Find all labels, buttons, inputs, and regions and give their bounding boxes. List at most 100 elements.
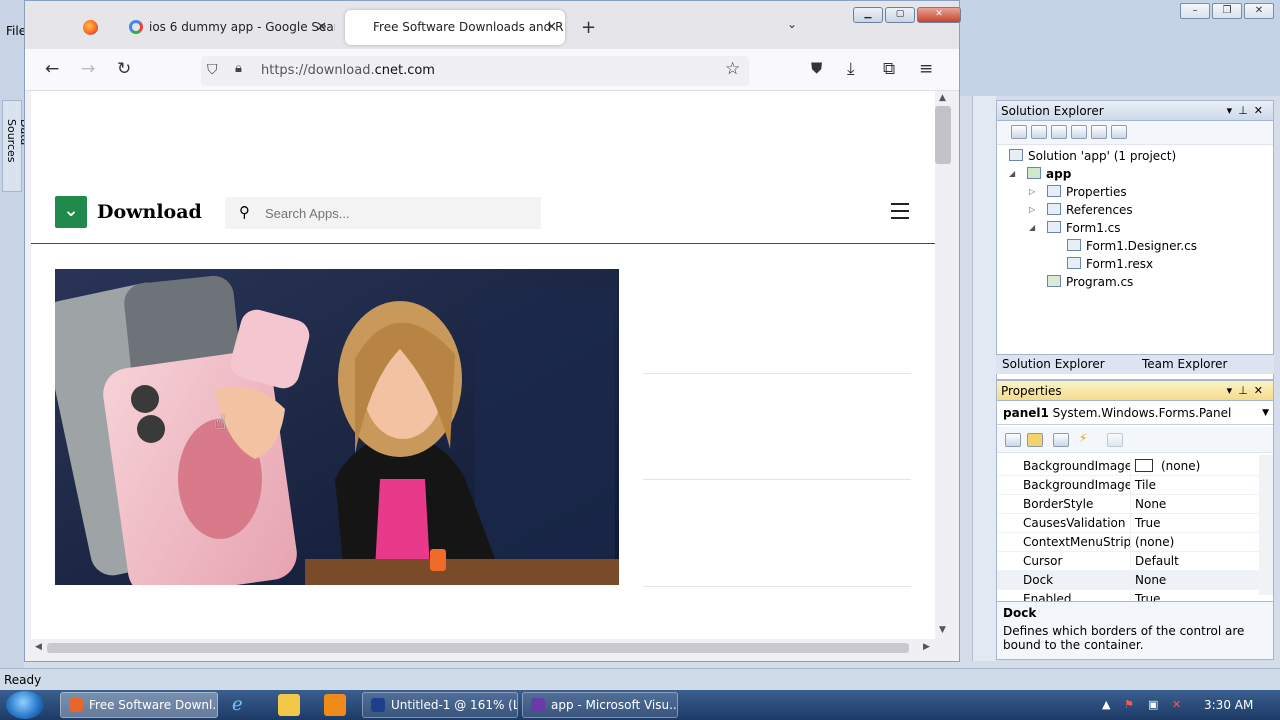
tree-project-app[interactable]: ◢ app	[1009, 167, 1071, 181]
vs-minimize-button[interactable]: –	[1180, 3, 1210, 19]
lock-icon[interactable]: 🔒︎	[235, 61, 242, 76]
expand-icon[interactable]: ▷	[1029, 187, 1035, 196]
forward-arrow-icon[interactable]: →	[81, 59, 95, 79]
tab-solution-explorer[interactable]: Solution Explorer	[1002, 357, 1105, 371]
pocket-icon[interactable]: ⛊	[811, 59, 822, 77]
close-tab-icon[interactable]: ✕	[546, 10, 557, 45]
expand-icon[interactable]: ▷	[1029, 205, 1035, 214]
vertical-scroll-thumb[interactable]	[935, 106, 951, 164]
events-lightning-icon[interactable]: ⚡	[1079, 431, 1087, 445]
view-code-icon[interactable]	[1071, 125, 1087, 139]
tab-team-explorer[interactable]: Team Explorer	[1142, 357, 1228, 371]
search-input[interactable]	[265, 197, 525, 229]
new-tab-button[interactable]: +	[581, 17, 596, 38]
property-key: ContextMenuStrip	[1023, 535, 1131, 549]
property-row[interactable]: Dock None	[997, 571, 1259, 590]
property-row[interactable]: Cursor Default	[997, 552, 1259, 571]
scroll-left-icon[interactable]: ◀	[35, 642, 42, 652]
property-row[interactable]: BackgroundImageLa Tile	[997, 476, 1259, 495]
property-pages-icon[interactable]	[1107, 433, 1123, 447]
tab-cnet-active[interactable]: Free Software Downloads and R ✕	[345, 10, 565, 45]
url-bar[interactable]: ⛉ 🔒︎ https://download.cnet.com ☆	[201, 56, 749, 86]
horizontal-scroll-thumb[interactable]	[47, 643, 909, 653]
tree-form1-resx[interactable]: Form1.resx	[1067, 257, 1153, 271]
property-value[interactable]: None	[1135, 497, 1166, 511]
property-row[interactable]: BorderStyle None	[997, 495, 1259, 514]
tree-properties[interactable]: ▷ Properties	[1029, 185, 1127, 199]
media-player-icon[interactable]	[324, 694, 346, 716]
downloads-icon[interactable]: ⤓	[847, 59, 855, 79]
menu-icon[interactable]: ≡	[919, 59, 933, 79]
properties-view-icon[interactable]	[1053, 433, 1069, 447]
object-type: System.Windows.Forms.Panel	[1052, 406, 1232, 420]
properties-scrollbar[interactable]	[1259, 455, 1273, 595]
search-box[interactable]: ⚲	[225, 197, 541, 229]
scroll-down-icon[interactable]: ▼	[939, 625, 946, 635]
property-value[interactable]: (none)	[1161, 459, 1200, 473]
vertical-scrollbar[interactable]: ▲ ▼	[935, 91, 953, 639]
property-value[interactable]: Tile	[1135, 478, 1156, 492]
extensions-icon[interactable]: ⧉	[883, 59, 895, 79]
categorized-icon[interactable]	[1005, 433, 1021, 447]
url-text[interactable]: https://download.cnet.com	[261, 63, 435, 78]
cs-file-icon	[1067, 239, 1081, 251]
scroll-right-icon[interactable]: ▶	[923, 642, 930, 652]
hero-image[interactable]	[55, 269, 619, 585]
refresh-icon[interactable]	[1051, 125, 1067, 139]
taskbar-item-visual-studio[interactable]: app - Microsoft Visu...	[522, 692, 678, 718]
maximize-button[interactable]: ▢	[885, 7, 915, 23]
close-tab-icon[interactable]: ✕	[316, 10, 327, 45]
property-row[interactable]: BackgroundImage (none)	[997, 457, 1259, 476]
volume-muted-icon[interactable]: ✕	[1172, 698, 1186, 712]
tree-program[interactable]: Program.cs	[1047, 275, 1133, 289]
tree-form1[interactable]: ◢ Form1.cs	[1029, 221, 1121, 235]
property-value[interactable]: Default	[1135, 554, 1179, 568]
property-separator	[1130, 571, 1131, 590]
show-all-files-icon[interactable]	[1031, 125, 1047, 139]
property-value[interactable]: True	[1135, 516, 1161, 530]
tree-references[interactable]: ▷ References	[1029, 203, 1133, 217]
shield-icon[interactable]: ⛉	[207, 62, 218, 78]
hamburger-menu-icon[interactable]	[891, 203, 909, 219]
tree-form1-designer[interactable]: Form1.Designer.cs	[1067, 239, 1197, 253]
reload-icon[interactable]: ↻	[117, 59, 131, 79]
back-arrow-icon[interactable]: ←	[45, 59, 59, 79]
taskbar-item-photoshop[interactable]: Untitled-1 @ 161% (L...	[362, 692, 518, 718]
download-logo-icon[interactable]: ⌄	[55, 196, 87, 228]
data-sources-tab[interactable]: Data Sources	[2, 100, 31, 192]
collapse-icon[interactable]: ◢	[1029, 223, 1035, 232]
site-logo-text[interactable]: Download	[97, 201, 202, 223]
minimize-button[interactable]: ▁	[853, 7, 883, 23]
panel-pin-close-icons[interactable]: ▾⊥✕	[1227, 381, 1269, 401]
scroll-up-icon[interactable]: ▲	[939, 93, 946, 103]
property-value[interactable]: None	[1135, 573, 1166, 587]
property-row[interactable]: ContextMenuStrip (none)	[997, 533, 1259, 552]
content-divider	[643, 373, 911, 374]
alphabetical-icon[interactable]	[1027, 433, 1043, 447]
object-selector[interactable]: panel1 System.Windows.Forms.Panel ▼	[997, 403, 1273, 425]
property-value-wrap[interactable]: (none)	[1135, 459, 1200, 473]
explorer-folder-icon[interactable]	[278, 694, 300, 716]
vs-restore-button[interactable]: ❐	[1212, 3, 1242, 19]
panel-pin-close-icons[interactable]: ▾⊥✕	[1227, 101, 1269, 121]
view-designer-icon[interactable]	[1091, 125, 1107, 139]
show-hidden-icons-icon[interactable]: ▲	[1102, 698, 1116, 712]
class-diagram-icon[interactable]	[1111, 125, 1127, 139]
vs-close-button[interactable]: ✕	[1244, 3, 1274, 19]
list-tabs-button[interactable]: ⌄	[787, 17, 797, 31]
close-window-button[interactable]: ✕	[917, 7, 961, 23]
taskbar-item-firefox[interactable]: Free Software Downl...	[60, 692, 218, 718]
internet-explorer-icon[interactable]: ℯ	[232, 694, 254, 716]
bookmark-star-icon[interactable]: ☆	[725, 59, 740, 79]
property-row[interactable]: CausesValidation True	[997, 514, 1259, 533]
properties-toolbar-icon[interactable]	[1011, 125, 1027, 139]
collapse-icon[interactable]: ◢	[1009, 169, 1015, 178]
clock[interactable]: 3:30 AM	[1204, 698, 1253, 712]
tree-solution[interactable]: Solution 'app' (1 project)	[1009, 149, 1176, 163]
property-value[interactable]: (none)	[1135, 535, 1174, 549]
action-center-icon[interactable]: ⚑	[1124, 698, 1138, 712]
tab-google-search[interactable]: ios 6 dummy app - Google Sear ✕	[123, 10, 335, 45]
network-icon[interactable]: ▣	[1148, 698, 1162, 712]
tab-firefox-view[interactable]	[71, 10, 111, 45]
start-button[interactable]	[6, 691, 44, 719]
